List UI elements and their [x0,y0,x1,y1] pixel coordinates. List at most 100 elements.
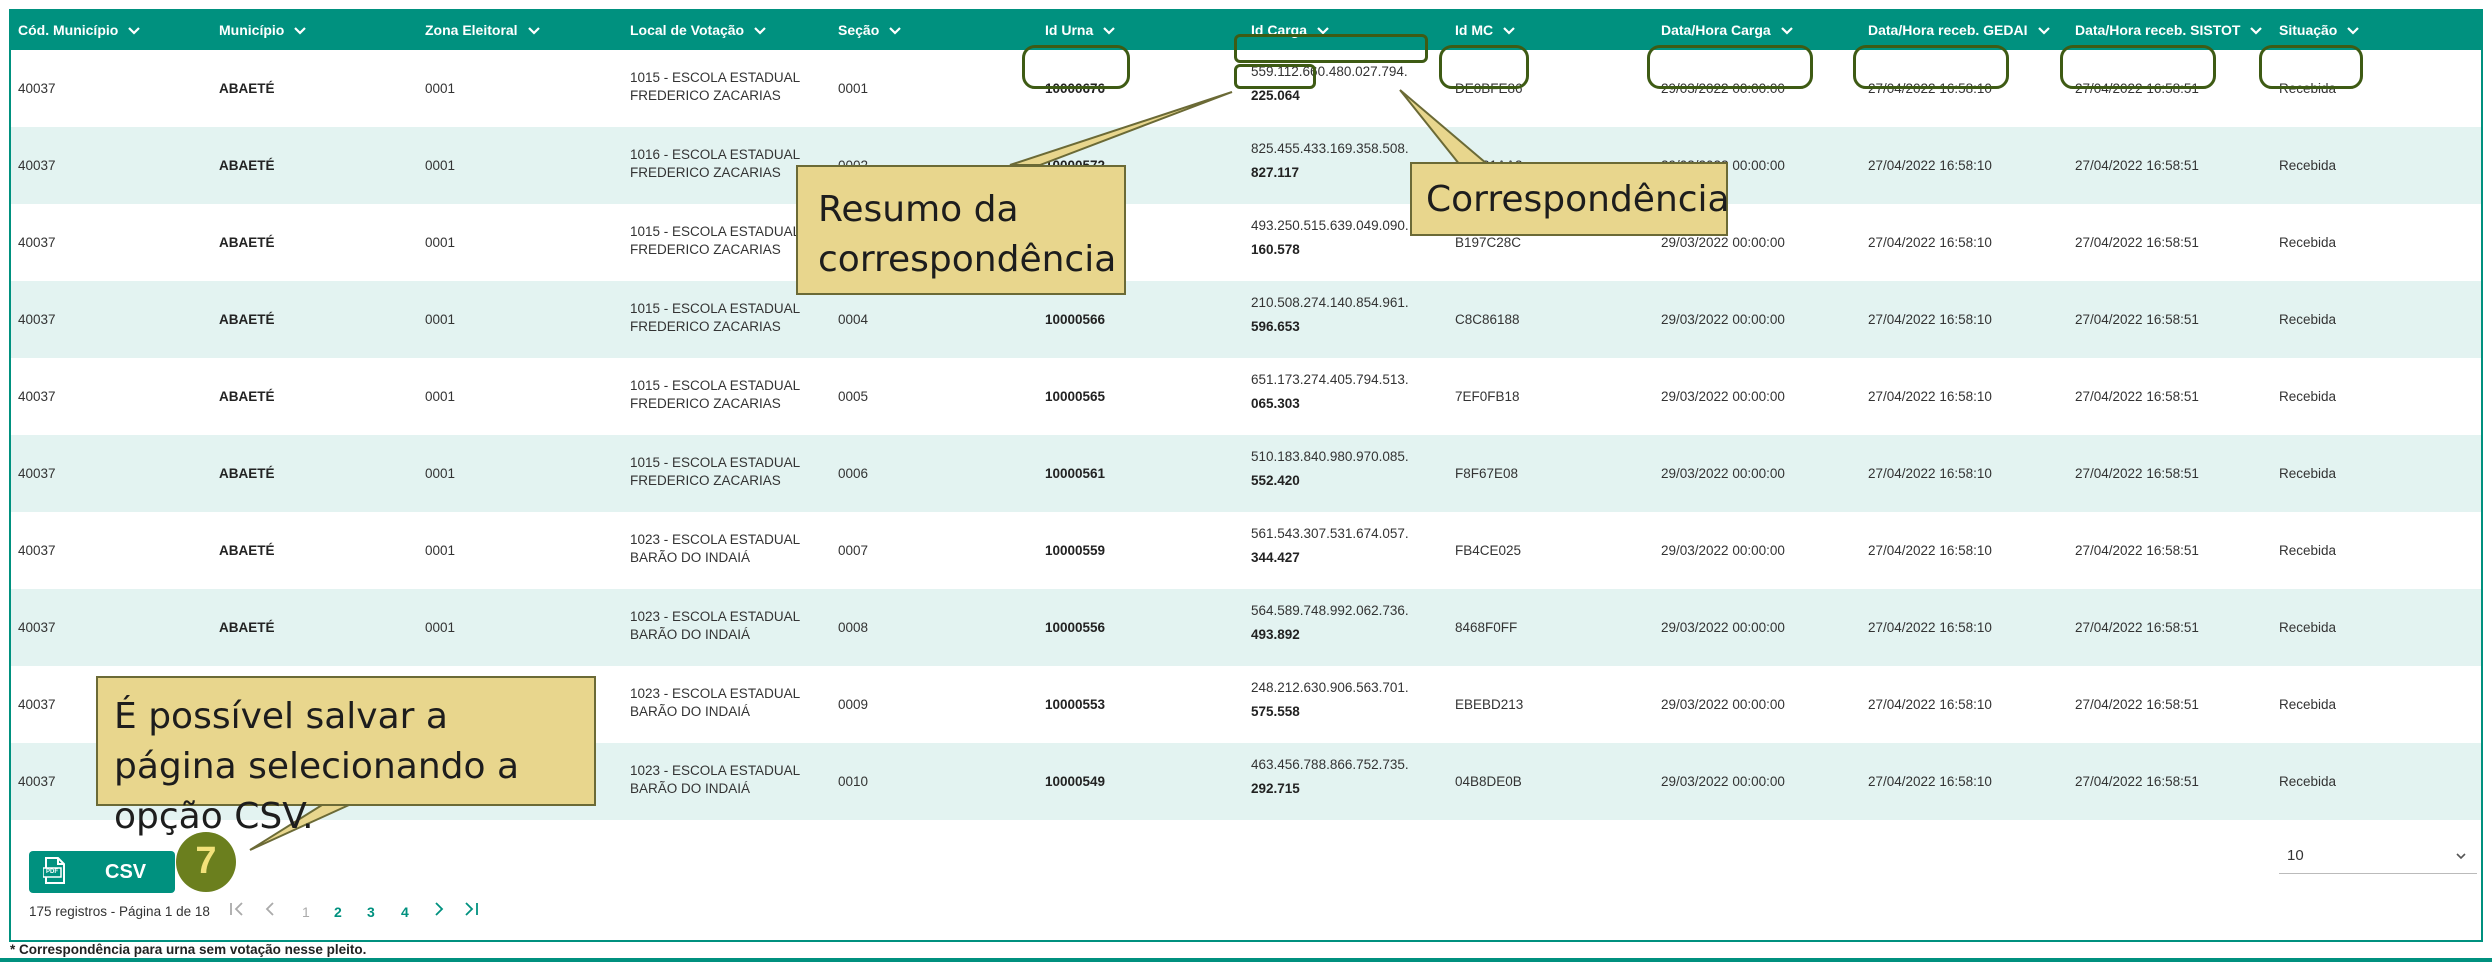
cell-data-sistot: 27/04/2022 16:58:51 [2075,235,2199,250]
table-row[interactable]: 40037 ABAETÉ 0001 1015 - ESCOLA ESTADUAL FRE… [11,204,2481,281]
cell-cod-municipio: 40037 [18,543,56,558]
cell-id-mc: 8468F0FF [1455,620,1518,635]
page-3[interactable]: 3 [367,904,375,920]
cell-id-mc: FB4CE025 [1455,543,1522,558]
cell-id-urna: 10000549 [1045,774,1106,789]
cell-situacao: Recebida [2279,466,2337,481]
cell-local: 1023 - ESCOLA ESTADUAL BARÃO DO INDAIÁ [630,531,800,567]
header-secao[interactable]: Seção [838,11,902,50]
header-municipio[interactable]: Município [219,11,307,50]
page-1[interactable]: 1 [302,904,310,920]
cell-data-sistot: 27/04/2022 16:58:51 [2075,620,2199,635]
cell-cod-municipio: 40037 [18,235,56,250]
column-label: Id Urna [1045,22,1094,38]
cell-local-line-1: 1015 - ESCOLA ESTADUAL [630,378,801,393]
cell-data-gedai: 27/04/2022 16:58:10 [1868,389,1992,404]
cell-local-line-2: BARÃO DO INDAIÁ [630,704,751,719]
cell-id-carga-line-1: 564.589.748.992.062.736. [1251,603,1409,618]
chevron-down-icon[interactable] [888,12,902,51]
column-label: Cód. Município [18,22,119,38]
column-label: Local de Votação [630,22,745,38]
page-size-value: 10 [2287,847,2304,864]
page-4[interactable]: 4 [401,904,409,920]
callout-csv: É possível salvar a página selecionando … [96,676,596,837]
cell-id-carga-line-2: 160.578 [1251,242,1300,257]
cell-local-line-2: BARÃO DO INDAIÁ [630,627,751,642]
prev-page-icon[interactable] [263,900,277,921]
cell-id-carga-line-1: 561.543.307.531.674.057. [1251,526,1409,541]
table-row[interactable]: 40037 ABAETÉ 0001 1015 - ESCOLA ESTADUAL FRE… [11,281,2481,358]
chevron-down-icon[interactable] [753,12,767,51]
cell-situacao: Recebida [2279,158,2337,173]
first-page-icon[interactable] [229,900,245,921]
cell-id-carga: 493.250.515.639.049.090. 160.578 [1251,218,1409,259]
header-cod-municipio[interactable]: Cód. Município [18,11,141,50]
cell-id-carga: 564.589.748.992.062.736. 493.892 [1251,603,1409,644]
export-csv-button[interactable]: PDF CSV [29,851,175,893]
cell-local: 1015 - ESCOLA ESTADUAL FREDERICO ZACARIAS [630,223,800,259]
table-row[interactable]: 40037 ABAETÉ 0001 1016 - ESCOLA ESTADUAL FRE… [11,127,2481,204]
chevron-down-icon[interactable] [127,12,141,51]
cell-situacao: Recebida [2279,235,2337,250]
cell-cod-municipio: 40037 [18,697,56,712]
cell-local-line-1: 1015 - ESCOLA ESTADUAL [630,455,801,470]
cell-local: 1015 - ESCOLA ESTADUAL FREDERICO ZACARIAS [630,377,800,413]
table-row[interactable]: 40037 ABAETÉ 0001 1015 - ESCOLA ESTADUAL FRE… [11,435,2481,512]
cell-id-carga-line-1: 825.455.433.169.358.508. [1251,141,1409,156]
cell-zona: 0001 [425,543,456,558]
cell-local: 1023 - ESCOLA ESTADUAL BARÃO DO INDAIÁ [630,608,800,644]
cell-local-line-1: 1015 - ESCOLA ESTADUAL [630,224,801,239]
cell-local-line-2: FREDERICO ZACARIAS [630,165,781,180]
table-row[interactable]: 40037 ABAETÉ 0001 1015 - ESCOLA ESTADUAL FRE… [11,358,2481,435]
cell-secao: 0001 [838,81,869,96]
cell-local-line-2: FREDERICO ZACARIAS [630,319,781,334]
cell-secao: 0009 [838,697,869,712]
cell-cod-municipio: 40037 [18,774,56,789]
cell-data-sistot: 27/04/2022 16:58:51 [2075,543,2199,558]
cell-secao: 0006 [838,466,869,481]
cell-municipio: ABAETÉ [219,466,275,481]
header-local[interactable]: Local de Votação [630,11,767,50]
chevron-down-icon[interactable] [2037,12,2051,51]
cell-id-urna: 10000565 [1045,389,1106,404]
cell-local-line-1: 1016 - ESCOLA ESTADUAL [630,147,801,162]
chevron-down-icon[interactable] [2249,12,2263,51]
cell-municipio: ABAETÉ [219,620,275,635]
table-row[interactable]: 40037 ABAETÉ 0001 1023 - ESCOLA ESTADUAL BAR… [11,512,2481,589]
cell-data-carga: 29/03/2022 00:00:00 [1661,389,1785,404]
cell-id-carga: 248.212.630.906.563.701. 575.558 [1251,680,1409,721]
chevron-down-icon[interactable] [293,12,307,51]
cell-municipio: ABAETÉ [219,312,275,327]
cell-local-line-1: 1015 - ESCOLA ESTADUAL [630,301,801,316]
cell-zona: 0001 [425,81,456,96]
highlight-gedai [1853,45,2009,89]
cell-situacao: Recebida [2279,389,2337,404]
cell-id-mc: EBEBD213 [1455,697,1524,712]
cell-id-carga-line-2: 827.117 [1251,165,1300,180]
header-zona[interactable]: Zona Eleitoral [425,11,541,50]
cell-situacao: Recebida [2279,697,2337,712]
cell-local-line-1: 1023 - ESCOLA ESTADUAL [630,686,801,701]
cell-local: 1016 - ESCOLA ESTADUAL FREDERICO ZACARIAS [630,146,800,182]
cell-id-carga-line-1: 248.212.630.906.563.701. [1251,680,1409,695]
chevron-down-icon [2455,849,2467,866]
step-badge: 7 [176,832,236,892]
column-label: Seção [838,22,880,38]
chevron-down-icon[interactable] [527,12,541,51]
last-page-icon[interactable] [463,900,479,921]
cell-secao: 0010 [838,774,869,789]
page-2[interactable]: 2 [334,904,342,920]
cell-municipio: ABAETÉ [219,235,275,250]
cell-id-mc: C8C86188 [1455,312,1520,327]
next-page-icon[interactable] [432,900,446,921]
column-label: Data/Hora receb. SISTOT [2075,22,2241,38]
cell-secao: 0005 [838,389,869,404]
table-row[interactable]: 40037 ABAETÉ 0001 1023 - ESCOLA ESTADUAL BAR… [11,589,2481,666]
column-label: Data/Hora receb. GEDAI [1868,22,2028,38]
cell-id-carga-line-2: 065.303 [1251,396,1300,411]
cell-id-mc: F8F67E08 [1455,466,1519,481]
cell-id-carga-line-1: 510.183.840.980.970.085. [1251,449,1409,464]
cell-local-line-1: 1015 - ESCOLA ESTADUAL [630,70,801,85]
cell-id-urna: 10000553 [1045,697,1106,712]
page-size-select[interactable]: 10 [2279,839,2477,874]
